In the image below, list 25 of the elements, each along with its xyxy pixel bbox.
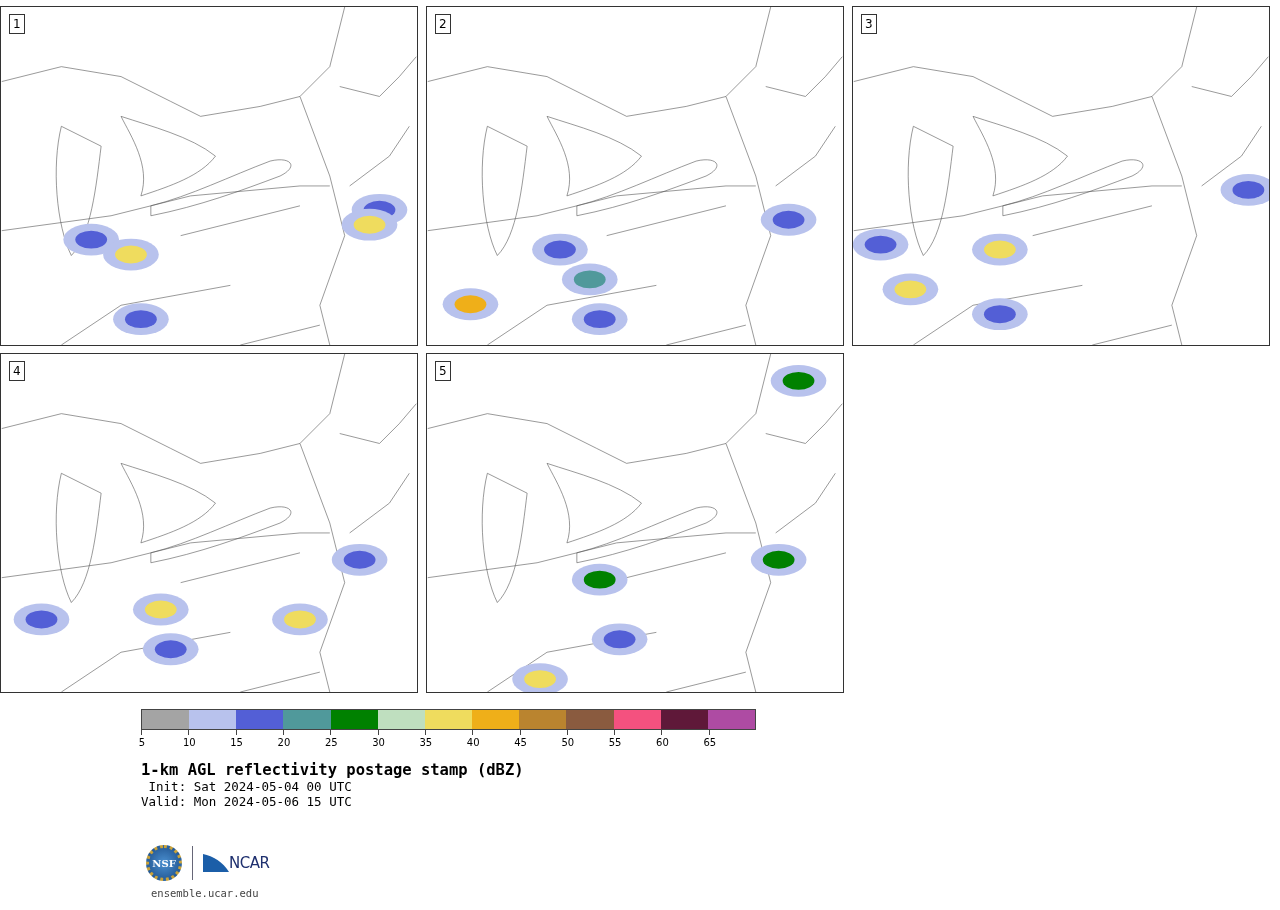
colorbar-tick-label: 65 <box>703 737 717 748</box>
panel-number: 3 <box>861 14 877 34</box>
ncar-logo-text: NCAR <box>229 854 270 872</box>
nsf-seal-logo: NSF <box>146 845 182 881</box>
colorbar-tick-label: 15 <box>230 737 243 748</box>
colorbar-tick-label: 30 <box>372 737 385 748</box>
colorbar-tick-label: 25 <box>324 737 338 748</box>
valid-time: Valid: Mon 2024-05-06 15 UTC <box>141 794 353 809</box>
colorbar-tick-label: 10 <box>182 737 196 748</box>
colorbar-tick-label: 35 <box>419 737 433 748</box>
colorbar-tick-label: 55 <box>608 737 622 748</box>
colorbar-tick-label: 50 <box>561 737 575 748</box>
panel-number: 4 <box>9 361 25 381</box>
panel-number: 2 <box>435 14 451 34</box>
colorbar-tick-label: 60 <box>656 737 669 748</box>
colorbar-tick-label: 45 <box>514 737 527 748</box>
colorbar-tick-label: 40 <box>466 737 480 748</box>
colorbar-tick-label: 20 <box>277 737 291 748</box>
chart-title: 1-km AGL reflectivity postage stamp (dBZ) <box>141 761 525 779</box>
panel-number: 5 <box>435 361 451 381</box>
colorbar-tick-label: 5 <box>138 737 146 748</box>
swoosh-icon <box>203 854 229 872</box>
website-url: ensemble.ucar.edu <box>151 887 260 899</box>
panel-number: 1 <box>9 14 25 34</box>
init-time: Init: Sat 2024-05-04 00 UTC <box>147 779 353 794</box>
